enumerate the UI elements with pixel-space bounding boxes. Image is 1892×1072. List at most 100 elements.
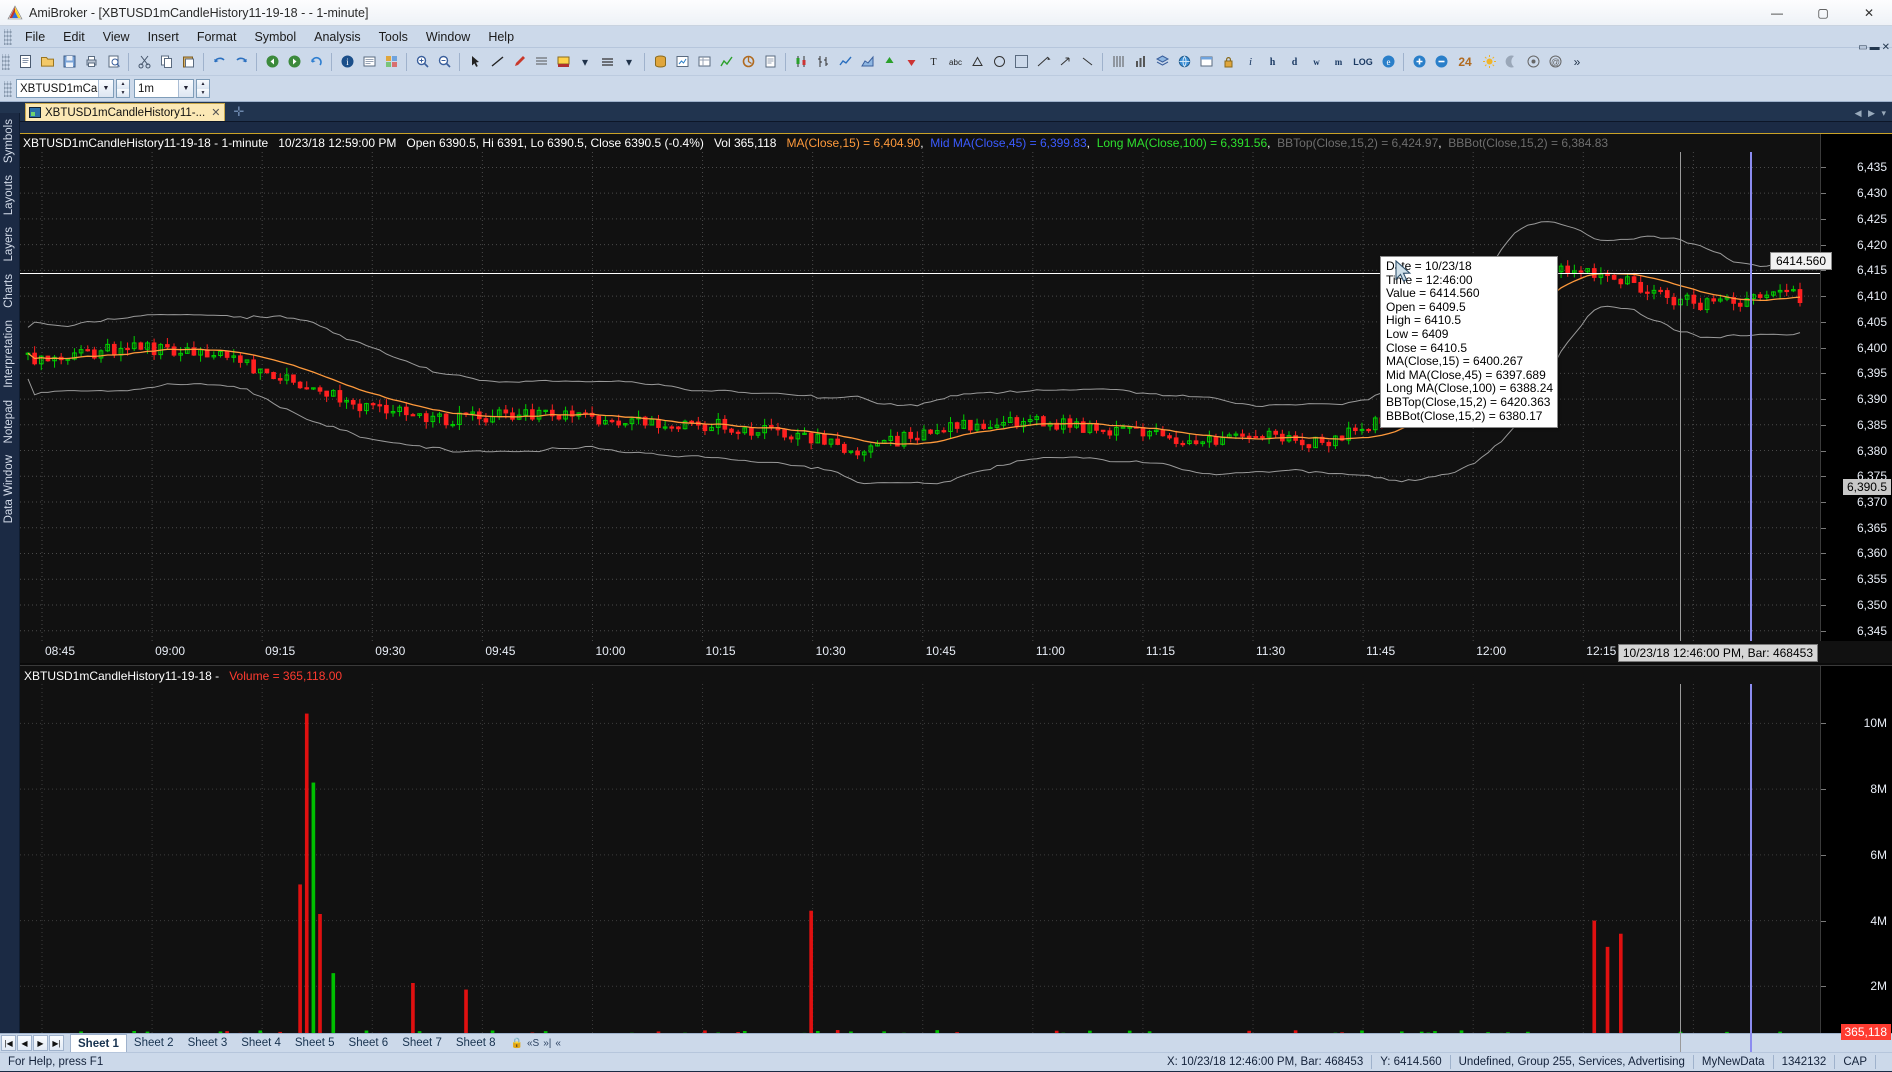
toolbar-grip-2[interactable] [4,81,12,97]
line-style-icon[interactable] [596,51,618,73]
menu-item-insert[interactable]: Insert [139,28,188,46]
arrow2-icon[interactable] [1076,51,1098,73]
menu-grip[interactable] [4,29,12,45]
zoom-out-icon[interactable] [433,51,455,73]
last-sheet-button[interactable]: ▶| [49,1035,64,1051]
interval-spin-up[interactable]: ▲ [197,80,209,89]
trendline-icon[interactable] [486,51,508,73]
grid-icon[interactable] [1107,51,1129,73]
redo-icon[interactable] [230,51,252,73]
italic-i-icon[interactable]: i [1239,51,1261,73]
paste-icon[interactable] [177,51,199,73]
sidebar-item-layouts[interactable]: Layouts [0,169,18,221]
document-tab-chart[interactable]: XBTUSD1mCandleHistory11-... ✕ [25,103,225,121]
close-icon[interactable]: ✕ [211,106,220,119]
print-preview-icon[interactable] [102,51,124,73]
menu-item-edit[interactable]: Edit [54,28,94,46]
ray-icon[interactable] [1032,51,1054,73]
plus-icon[interactable] [1408,51,1430,73]
menu-item-analysis[interactable]: Analysis [305,28,370,46]
d-icon[interactable]: d [1283,51,1305,73]
color-swatch-icon[interactable] [552,51,574,73]
chevron-down-icon[interactable]: ▾ [574,51,596,73]
square-icon[interactable] [1010,51,1032,73]
bold-h-icon[interactable]: h [1261,51,1283,73]
info-icon[interactable]: i [336,51,358,73]
bars-icon[interactable] [812,51,834,73]
db-icon[interactable] [649,51,671,73]
menu-item-tools[interactable]: Tools [370,28,417,46]
backtest-icon[interactable] [715,51,737,73]
maximize-button[interactable]: ▢ [1800,0,1846,26]
mdi-restore-icon[interactable]: ▭ [1858,42,1867,53]
area-chart-icon[interactable] [856,51,878,73]
moon-icon[interactable] [1500,51,1522,73]
categories-icon[interactable] [380,51,402,73]
menu-item-view[interactable]: View [94,28,139,46]
line-chart-icon[interactable] [834,51,856,73]
forward-icon[interactable] [283,51,305,73]
mdi-minimize-icon[interactable]: ▬ [1870,42,1880,53]
sidebar-item-layers[interactable]: Layers [0,221,18,268]
sun-icon[interactable] [1478,51,1500,73]
w-icon[interactable]: w [1305,51,1327,73]
volume-plot-canvas[interactable] [20,684,1820,1052]
interval-spin-down[interactable]: ▼ [197,89,209,98]
back-icon[interactable] [261,51,283,73]
sheet-tab-7[interactable]: Sheet 7 [395,1034,449,1053]
undo-icon[interactable] [208,51,230,73]
zoom-in-icon[interactable] [411,51,433,73]
scan-icon[interactable] [671,51,693,73]
chevron-down-icon-2[interactable]: ▾ [618,51,640,73]
menu-item-symbol[interactable]: Symbol [245,28,305,46]
sheet-tab-2[interactable]: Sheet 2 [127,1034,181,1053]
arrow-down-icon[interactable] [900,51,922,73]
chevron-down-icon-3[interactable]: » [1566,51,1588,73]
m-icon[interactable]: m [1327,51,1349,73]
at-icon[interactable]: @ [1544,51,1566,73]
pointer-icon[interactable] [464,51,486,73]
globe-icon[interactable] [1173,51,1195,73]
save-icon[interactable] [58,51,80,73]
menu-item-window[interactable]: Window [417,28,479,46]
sheet-tab-8[interactable]: Sheet 8 [449,1034,503,1053]
sidebar-item-data-window[interactable]: Data Window [0,449,18,529]
open-icon[interactable] [36,51,58,73]
print-icon[interactable] [80,51,102,73]
triangle-icon[interactable] [966,51,988,73]
refresh-icon[interactable] [305,51,327,73]
optimize-icon[interactable] [737,51,759,73]
pen-icon[interactable] [508,51,530,73]
lock-icon-sheet[interactable]: 🔒 [511,1038,523,1049]
copy-icon[interactable] [155,51,177,73]
tab-scroll-controls[interactable]: ◀ ▶ ▾ [1855,108,1888,119]
time-axis[interactable]: 08:4509:0009:1509:3009:4510:0010:1510:30… [20,641,1820,663]
sheet-shift-left-icon[interactable]: «S [527,1038,539,1049]
interval-spinner[interactable]: ▲▼ [196,79,210,98]
spin-up[interactable]: ▲ [117,80,129,89]
circle-icon[interactable] [988,51,1010,73]
new-tab-icon[interactable]: ✛ [233,104,244,120]
abc-icon[interactable]: abc [944,51,966,73]
sheet-tab-4[interactable]: Sheet 4 [234,1034,288,1053]
chevron-down-icon-symbol[interactable]: ▼ [98,80,113,97]
web-icon[interactable] [1195,51,1217,73]
price-pane[interactable]: XBTUSD1mCandleHistory11-19-18 - 1-minute… [20,133,1892,663]
target-icon[interactable] [1522,51,1544,73]
spin-down[interactable]: ▼ [117,89,129,98]
sidebar-item-symbols[interactable]: Symbols [0,113,18,169]
volume-pane[interactable]: XBTUSD1mCandleHistory11-19-18 - Volume =… [20,665,1892,1052]
sheet-tab-5[interactable]: Sheet 5 [288,1034,342,1053]
interval-combo[interactable]: 1m ▼ [134,79,194,98]
sheet-shift-right-icon[interactable]: »| [543,1038,551,1049]
sheet-tab-3[interactable]: Sheet 3 [181,1034,235,1053]
sheet-collapse-icon[interactable]: « [555,1038,561,1049]
candles-icon[interactable] [790,51,812,73]
bars2-icon[interactable] [1129,51,1151,73]
quote-editor-icon[interactable] [358,51,380,73]
minus-icon[interactable] [1430,51,1452,73]
sidebar-item-notepad[interactable]: Notepad [0,394,18,449]
first-sheet-button[interactable]: |◀ [1,1035,16,1051]
symbol-spinner[interactable]: ▲▼ [116,79,130,98]
e-icon[interactable]: e [1377,51,1399,73]
